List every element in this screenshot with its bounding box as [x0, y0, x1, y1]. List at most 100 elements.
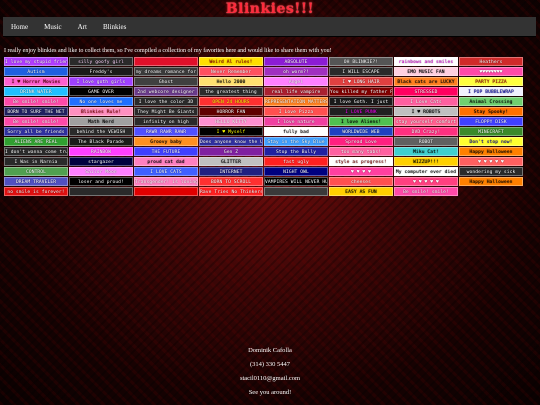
blinkie-badge: I LOVE PUNK: [329, 107, 393, 116]
blinkie-badge: Freddy's: [69, 67, 133, 76]
blinkie-badge: Miku Cat!: [394, 147, 458, 156]
blinkie-badge: fully bad: [264, 127, 328, 136]
blinkie-badge: the greatest thing: [199, 87, 263, 96]
nav-link-art[interactable]: Art: [70, 23, 95, 31]
blinkie-badge: stay yourself comfort: [394, 117, 458, 126]
blinkie-badge: I love the color 3D: [134, 97, 198, 106]
blinkie-badge: Transgender! is loving it: [134, 177, 198, 186]
blinkie-badge: INTERNET: [199, 167, 263, 176]
blinkie-badge: I LOVE CATS: [134, 167, 198, 176]
blinkie-badge: OH BLINKIE?!: [329, 57, 393, 66]
blinkie-badge: VAMPIRES WILL NEVER HURT YOU: [264, 177, 328, 186]
blinkie-badge: Black cats are LUCKY: [394, 77, 458, 86]
blinkie-badge: style as progress!: [329, 157, 393, 166]
navbar: Home Music Art Blinkies: [3, 17, 536, 36]
blinkie-badge: ♥ ♥ ♥ ♥: [329, 167, 393, 176]
blinkie-badge: RAINBOW: [69, 147, 133, 156]
blinkie-badge: Ghost: [134, 77, 198, 86]
blinkie-badge: Happy Halloween: [459, 177, 523, 186]
blinkie-badge: I love my stupid friends: [4, 57, 68, 66]
blinkie-badge: Blinkies Rule!: [69, 107, 133, 116]
blinkie-badge: REPRESENTATION MATTERS: [264, 97, 328, 106]
blinkie-badge: Animal Crossing: [459, 97, 523, 106]
blinkie-badge: OPEN 24 HOURS: [199, 97, 263, 106]
blinkie-badge: I love Goth. I just: [329, 97, 393, 106]
blinkie-badge: rainbows and smiles: [394, 57, 458, 66]
blinkie-badge: too many tabs!: [329, 147, 393, 156]
blinkie-badge: GAME OVER: [69, 87, 133, 96]
blinkie-badge: ABSOLUTE: [264, 57, 328, 66]
blinkie-badge: RAWR RAWR RAWR: [134, 127, 198, 136]
blinkie-badge: DRINK WATER: [4, 87, 68, 96]
blinkie-badge: DREAM TRAVELER: [4, 177, 68, 186]
blinkie-badge: wondering my sick: [459, 167, 523, 176]
blinkie-badge: CONTROL: [4, 167, 68, 176]
blinkie-badge: Be smile! smile!: [4, 117, 68, 126]
blinkie-badge: [69, 187, 133, 196]
blinkie-badge: Does anyone know the URL: [199, 137, 263, 146]
blinkie-badge: PARTY PIZZA: [459, 77, 523, 86]
blinkie-badge: My computer ever died: [394, 167, 458, 176]
blinkie-badge: I Love Cats: [394, 97, 458, 106]
blinkie-badge: I don't wanna come true: [4, 147, 68, 156]
blinkie-badge: Happy Halloween: [459, 147, 523, 156]
blinkie-badge: I Love Pizza: [264, 107, 328, 116]
nav-link-home[interactable]: Home: [3, 23, 36, 31]
blinkie-badge: The Black Parade: [69, 137, 133, 146]
blinkie-badge: WORLDWIDE WEB: [329, 127, 393, 136]
blinkie-badge: WIZZUP!!!: [394, 157, 458, 166]
blinkie-badge: ROBOT: [394, 137, 458, 146]
blinkie-badge: STRESSED: [394, 87, 458, 96]
blinkie-badge: Sailor Moon: [69, 167, 133, 176]
blinkie-badge: Don't stop now!: [459, 137, 523, 146]
blinkie-badge: I ♥ ROBOTS: [394, 107, 458, 116]
blinkie-badge: Stop the Bully: [264, 147, 328, 156]
blinkie-badge: I POP BUBBLEWRAP: [459, 87, 523, 96]
blinkie-badge: BORN TO SURF THE NET: [4, 107, 68, 116]
blinkie-badge: Math Nerd: [69, 117, 133, 126]
blinkie-badge: [134, 187, 198, 196]
blinkie-badge: I Was in Narnia: [4, 157, 68, 166]
blinkie-badge: Sorry all be friends: [4, 127, 68, 136]
blinkie-badge: I ♥ LONG HAIR: [329, 77, 393, 86]
footer-phone: (314) 330 5447: [249, 361, 291, 368]
blinkie-badge: ♥ ♥ ♥ ♥ ♥: [459, 157, 523, 166]
nav-link-blinkies[interactable]: Blinkies: [95, 23, 134, 31]
blinkie-badge: HORROR FAN: [199, 107, 263, 116]
blinkie-badge: EASY AS FUN: [329, 187, 393, 196]
blinkie-badge: ALIENS ARE REAL: [4, 137, 68, 146]
footer: Dominik Cafolla (314) 330 5447 stacil011…: [0, 344, 540, 400]
blinkie-badge: ♥♥♥♥♥♥♥♥: [459, 67, 523, 76]
footer-name: Dominik Cafolla: [248, 347, 292, 354]
blinkie-badge: ♥ ♥ ♥ ♥ ♥: [394, 177, 458, 186]
blinkie-badge: They Might Be Giants: [134, 107, 198, 116]
blinkie-badge: Never Remember: [199, 67, 263, 76]
blinkie-badge: Groovy baby: [134, 137, 198, 146]
blinkie-badge: infinity on high: [134, 117, 198, 126]
blinkie-badge: I ♥ Myself: [199, 127, 263, 136]
blinkie-badge: [134, 57, 198, 66]
blinkie-badge: THE FUTURE: [134, 147, 198, 156]
blinkie-badge: Hello 2000: [199, 77, 263, 86]
blinkie-badge: I love nature: [264, 117, 328, 126]
blinkie-badge: Stay Spooky!: [459, 107, 523, 116]
blinkie-badge: Stay in the Sky Blue: [264, 137, 328, 146]
blinkie-badge: my dreams romance for: [134, 67, 198, 76]
blinkie-badge: I love Aliens!: [329, 117, 393, 126]
blinkie-badge: HELLO KITTY: [199, 117, 263, 126]
blinkie-badge: cheeses: [329, 177, 393, 186]
blinkie-badge: Heathers: [459, 57, 523, 66]
blinkie-badge: I ♥ Horror Movies: [4, 77, 68, 86]
blinkie-grid: I love my stupid friends silly goofy girl…: [4, 57, 536, 196]
footer-email: stacil0110@gmail.com: [239, 375, 301, 382]
blinkie-badge: DVD Crazy!: [394, 127, 458, 136]
nav-link-music[interactable]: Music: [36, 23, 70, 31]
blinkie-badge: Rave Tries No Thinkers: [199, 187, 263, 196]
blinkie-badge: Angel: [264, 77, 328, 86]
page-title: Blinkies!!!: [225, 1, 315, 17]
blinkie-badge: FLOPPY DISK: [459, 117, 523, 126]
blinkie-badge: silly goofy girl: [69, 57, 133, 66]
blinkie-badge: I love goth girls: [69, 77, 133, 86]
blinkie-badge: [264, 187, 328, 196]
blinkie-badge: Spread Love: [329, 137, 393, 146]
